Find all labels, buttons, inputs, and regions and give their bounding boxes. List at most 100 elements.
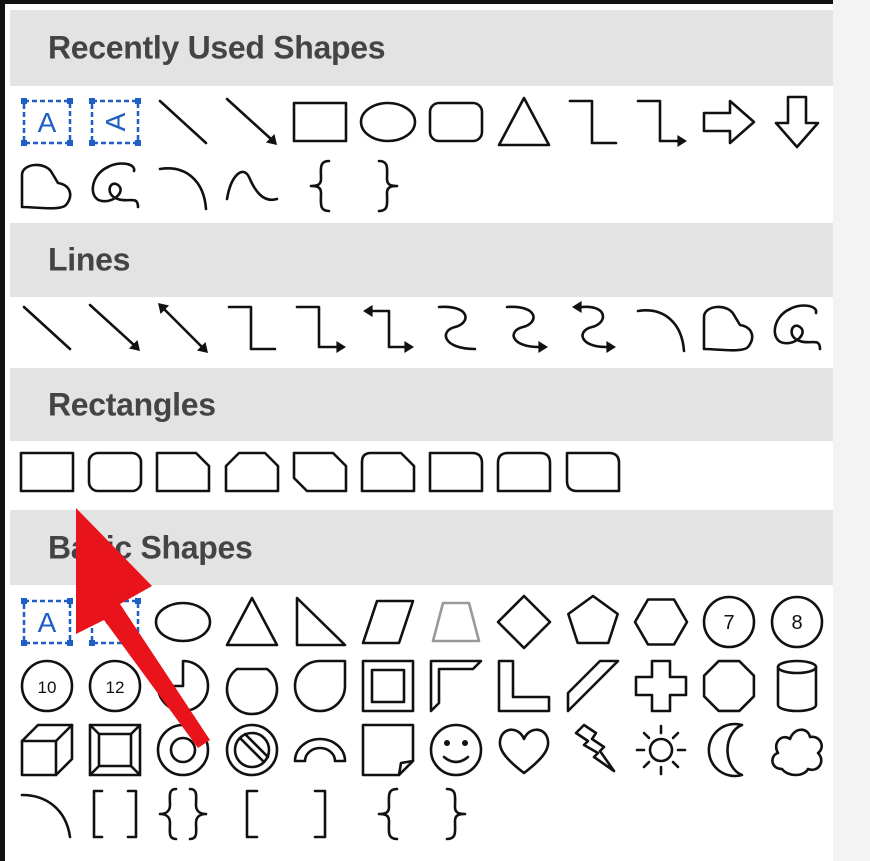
curve-s-shape-button[interactable] (221, 155, 283, 217)
bevel-shape-button[interactable] (84, 719, 146, 781)
rectangle-icon (292, 101, 348, 143)
pentagon-icon (566, 594, 619, 645)
hexagon-shape-button[interactable] (630, 591, 692, 653)
parallelogram-shape-button[interactable] (357, 591, 419, 653)
rectangle-shape-button[interactable] (289, 91, 351, 153)
oval-shape-button[interactable] (357, 91, 419, 153)
donut-shape-button[interactable] (152, 719, 214, 781)
line-shape-button[interactable] (152, 91, 214, 153)
cube-shape-button[interactable] (16, 719, 78, 781)
svg-text:8: 8 (792, 612, 803, 634)
oval-icon (359, 101, 417, 143)
teardrop-shape-button[interactable] (289, 655, 351, 717)
elbow-arrow-connector-shape-button[interactable] (630, 91, 692, 153)
dodecagon-shape-button[interactable]: 12 (84, 655, 146, 717)
freeform-scribble-shape-button[interactable] (766, 297, 828, 359)
lightning-bolt-shape-button[interactable] (562, 719, 624, 781)
triangle-shape-button[interactable] (493, 91, 555, 153)
line-double-arrow-shape-button[interactable] (152, 297, 214, 359)
curved-double-arrow-connector-shape-button[interactable] (562, 297, 624, 359)
svg-text:A: A (38, 607, 57, 638)
diagonal-stripe-shape-button[interactable] (562, 655, 624, 717)
octagon-shape-button[interactable]: 8 (766, 591, 828, 653)
sun-shape-button[interactable] (630, 719, 692, 781)
cube-icon (20, 723, 74, 777)
vertical-text-box-shape-button[interactable]: A (84, 591, 146, 653)
rounded-rectangle-icon (87, 451, 143, 493)
curved-connector-shape-button[interactable] (425, 297, 487, 359)
diagonal-corner-rounded-rectangle-icon (565, 451, 620, 493)
double-bracket-shape-button[interactable] (84, 783, 146, 845)
line-shape-button[interactable] (16, 297, 78, 359)
half-frame-icon (429, 659, 483, 713)
svg-text:A: A (100, 612, 131, 631)
freeform-shape-shape-button[interactable] (698, 297, 760, 359)
double-brace-shape-button[interactable] (152, 783, 214, 845)
same-side-corner-snipped-rectangle-shape-button[interactable] (221, 441, 283, 503)
hexagon-icon (633, 598, 689, 646)
arc-shape-button[interactable] (16, 783, 78, 845)
half-frame-shape-button[interactable] (425, 655, 487, 717)
text-box-shape-button[interactable]: A (16, 91, 78, 153)
left-bracket-shape-button[interactable] (221, 783, 283, 845)
right-bracket-shape-button[interactable] (289, 783, 351, 845)
diagonal-corner-snipped-rectangle-shape-button[interactable] (289, 441, 351, 503)
oval-shape-button[interactable] (152, 591, 214, 653)
freeform-shape-shape-button[interactable] (16, 155, 78, 217)
curved-arrow-connector-shape-button[interactable] (493, 297, 555, 359)
single-corner-snipped-rectangle-shape-button[interactable] (152, 441, 214, 503)
rectangle-shape-button[interactable] (16, 441, 78, 503)
text-box-icon: A (21, 598, 73, 646)
can-shape-button[interactable] (766, 655, 828, 717)
line-arrow-shape-button[interactable] (221, 91, 283, 153)
elbow-double-arrow-connector-shape-button[interactable] (357, 297, 419, 359)
no-symbol-shape-button[interactable] (221, 719, 283, 781)
right-brace-shape-button[interactable] (357, 155, 419, 217)
freeform-scribble-shape-button[interactable] (84, 155, 146, 217)
curve-shape-button[interactable] (152, 155, 214, 217)
vertical-text-box-shape-button[interactable]: A (84, 91, 146, 153)
right-triangle-shape-button[interactable] (289, 591, 351, 653)
right-arrow-shape-button[interactable] (698, 91, 760, 153)
left-brace-shape-button[interactable] (289, 155, 351, 217)
heptagon-shape-button[interactable]: 7 (698, 591, 760, 653)
single-corner-rounded-rectangle-shape-button[interactable] (425, 441, 487, 503)
isosceles-triangle-shape-button[interactable] (221, 591, 283, 653)
down-arrow-shape-button[interactable] (766, 91, 828, 153)
right-brace-shape-button[interactable] (425, 783, 487, 845)
smiley-face-shape-button[interactable] (425, 719, 487, 781)
l-shape-shape-button[interactable] (493, 655, 555, 717)
plaque-shape-button[interactable] (698, 655, 760, 717)
elbow-connector-shape-button[interactable] (562, 91, 624, 153)
cloud-shape-button[interactable] (766, 719, 828, 781)
elbow-arrow-connector-icon (636, 99, 687, 147)
left-bracket-icon (245, 789, 258, 839)
snip-and-round-rectangle-shape-button[interactable] (357, 441, 419, 503)
rounded-rectangle-shape-button[interactable] (84, 441, 146, 503)
trapezoid-shape-button[interactable] (425, 591, 487, 653)
same-side-corner-rounded-rectangle-shape-button[interactable] (493, 441, 555, 503)
diamond-shape-button[interactable] (493, 591, 555, 653)
donut-icon (157, 723, 210, 777)
elbow-connector-shape-button[interactable] (221, 297, 283, 359)
decagon-shape-button[interactable]: 10 (16, 655, 78, 717)
diagonal-corner-rounded-rectangle-shape-button[interactable] (562, 441, 624, 503)
partial-circle-icon (157, 659, 210, 713)
moon-shape-button[interactable] (698, 719, 760, 781)
curve-shape-button[interactable] (630, 297, 692, 359)
line-arrow-shape-button[interactable] (84, 297, 146, 359)
elbow-arrow-connector-shape-button[interactable] (289, 297, 351, 359)
partial-circle-shape-button[interactable] (152, 655, 214, 717)
teardrop-chord-shape-button[interactable] (221, 655, 283, 717)
block-arc-shape-button[interactable] (289, 719, 351, 781)
l-shape-icon (498, 659, 551, 713)
rounded-rectangle-shape-button[interactable] (425, 91, 487, 153)
curved-double-arrow-connector-icon (571, 301, 616, 353)
frame-shape-button[interactable] (357, 655, 419, 717)
cross-shape-button[interactable] (630, 655, 692, 717)
left-brace-shape-button[interactable] (357, 783, 419, 845)
heart-shape-button[interactable] (493, 719, 555, 781)
folded-corner-shape-button[interactable] (357, 719, 419, 781)
pentagon-shape-button[interactable] (562, 591, 624, 653)
text-box-shape-button[interactable]: A (16, 591, 78, 653)
